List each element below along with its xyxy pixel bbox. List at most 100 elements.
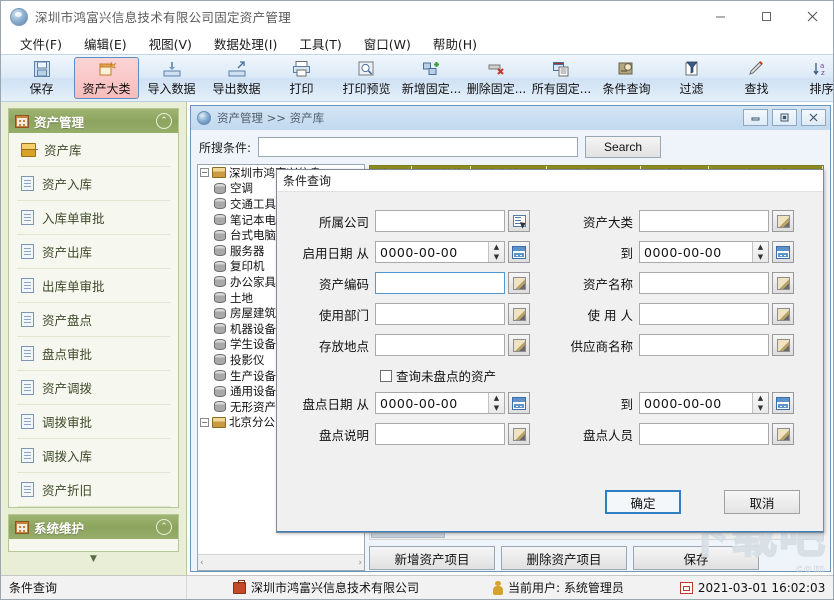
date-spinner[interactable]: 0000-00-00 ▲ ▼ [639,241,769,263]
menu-item-6[interactable]: 帮助(H) [422,32,488,55]
field-picker-button[interactable] [772,303,794,325]
field-picker-button[interactable] [508,272,530,294]
field-input[interactable] [639,423,769,445]
spinner-up-arrow[interactable]: ▲ [753,242,768,252]
maximize-button[interactable] [743,1,789,32]
field-input[interactable] [639,272,769,294]
spinner-down-arrow[interactable]: ▼ [489,403,504,413]
field-input[interactable] [639,303,769,325]
field-picker-button[interactable] [772,423,794,445]
scroll-left-arrow[interactable]: ‹ [200,558,204,568]
toolbar-button-12[interactable]: a z 排序 [789,57,833,99]
sidebar-item-3[interactable]: 资产出库 [17,235,170,269]
toolbar-button-2[interactable]: 导入数据 [139,57,204,99]
spinner-arrows[interactable]: ▲ ▼ [752,393,768,413]
tree-expander-icon[interactable]: − [200,168,209,178]
menu-item-2[interactable]: 视图(V) [138,32,203,55]
field-picker-button[interactable] [508,423,530,445]
tree-horizontal-scrollbar[interactable]: ‹ › [198,554,364,570]
spinner-down-arrow[interactable]: ▼ [753,252,768,262]
field-picker-button[interactable] [508,303,530,325]
mdi-restore-button[interactable] [772,109,797,126]
checkbox[interactable] [380,369,392,382]
menu-item-1[interactable]: 编辑(E) [73,32,138,55]
field-input[interactable] [375,210,505,232]
date-spinner[interactable]: 0000-00-00 ▲ ▼ [639,392,769,414]
spinner-up-arrow[interactable]: ▲ [489,242,504,252]
sidebar-item-5[interactable]: 资产盘点 [17,303,170,337]
field-input[interactable] [375,303,505,325]
sidebar-item-0[interactable]: 资产库 [17,133,170,167]
field-input[interactable] [375,334,505,356]
tree-expander-icon[interactable]: − [200,417,209,427]
date-spinner[interactable]: 0000-00-00 ▲ ▼ [375,241,505,263]
field-picker-button[interactable] [508,392,530,414]
sidebar-item-8[interactable]: 调拨审批 [17,405,170,439]
sidebar-item-9[interactable]: 调拨入库 [17,439,170,473]
toolbar-button-5[interactable]: 打印预览 [334,57,399,99]
toolbar-button-7[interactable]: 删除固定... [464,57,529,99]
date-spinner[interactable]: 0000-00-00 ▲ ▼ [375,392,505,414]
toolbar-button-4[interactable]: 打印 [269,57,334,99]
chevron-up-icon[interactable]: ⌃ [156,113,172,129]
ok-button[interactable]: 确定 [605,490,681,514]
sidebar-item-10[interactable]: 资产折旧 [17,473,170,507]
toolbar-button-8[interactable]: 所有固定... [529,57,594,99]
search-input[interactable] [258,137,579,157]
close-button[interactable] [789,1,833,32]
sidebar-item-2[interactable]: 入库单审批 [17,201,170,235]
menu-item-0[interactable]: 文件(F) [9,32,73,55]
minimize-button[interactable] [697,1,743,32]
field-picker-button[interactable] [772,241,794,263]
field-input[interactable] [639,334,769,356]
menu-item-5[interactable]: 窗口(W) [353,32,422,55]
toolbar-button-10[interactable]: 过滤 [659,57,724,99]
menu-item-4[interactable]: 工具(T) [288,32,352,55]
spinner-arrows[interactable]: ▲ ▼ [752,242,768,262]
sidebar-item-4[interactable]: 出库单审批 [17,269,170,303]
toolbar-button-9[interactable]: 条件查询 [594,57,659,99]
cancel-button[interactable]: 取消 [724,490,800,514]
date-value[interactable]: 0000-00-00 [376,393,488,413]
menu-item-3[interactable]: 数据处理(I) [203,32,288,55]
sidebar-item-6[interactable]: 盘点审批 [17,337,170,371]
field-input[interactable] [639,210,769,232]
uncounted-assets-checkbox-row[interactable]: 查询未盘点的资产 [380,366,496,385]
sidebar-item-1[interactable]: 资产入库 [17,167,170,201]
field-picker-button[interactable] [508,334,530,356]
sidebar-scroll-down-arrow[interactable]: ▼ [8,554,179,564]
sidebar-item-7[interactable]: 资产调拨 [17,371,170,405]
spinner-arrows[interactable]: ▲ ▼ [488,393,504,413]
field-input[interactable] [375,272,505,294]
date-value[interactable]: 0000-00-00 [640,242,752,262]
mdi-close-button[interactable] [801,109,826,126]
field-input[interactable] [375,423,505,445]
field-picker-button[interactable] [508,210,530,232]
date-value[interactable]: 0000-00-00 [640,393,752,413]
spinner-down-arrow[interactable]: ▼ [489,252,504,262]
field-picker-button[interactable] [772,334,794,356]
spinner-arrows[interactable]: ▲ ▼ [488,242,504,262]
grid-button-2[interactable]: 保存 [633,546,759,570]
toolbar-button-1[interactable]: 资产大类 [74,57,139,99]
toolbar-button-11[interactable]: 查找 [724,57,789,99]
mdi-minimize-button[interactable] [743,109,768,126]
spinner-up-arrow[interactable]: ▲ [753,393,768,403]
field-picker-button[interactable] [772,272,794,294]
panel-header-system-maintenance[interactable]: 系统维护 ⌃ [9,515,178,539]
field-picker-button[interactable] [508,241,530,263]
scroll-right-arrow[interactable]: › [358,558,362,568]
spinner-up-arrow[interactable]: ▲ [489,393,504,403]
toolbar-button-0[interactable]: 保存 [9,57,74,99]
toolbar-button-6[interactable]: 新增固定... [399,57,464,99]
grid-button-0[interactable]: 新增资产项目 [369,546,495,570]
field-picker-button[interactable] [772,210,794,232]
toolbar-button-3[interactable]: 导出数据 [204,57,269,99]
grid-button-1[interactable]: 删除资产项目 [501,546,627,570]
chevron-up-icon[interactable]: ⌃ [156,519,172,535]
panel-header-asset-management[interactable]: 资产管理 ⌃ [9,109,178,133]
date-value[interactable]: 0000-00-00 [376,242,488,262]
spinner-down-arrow[interactable]: ▼ [753,403,768,413]
search-button[interactable]: Search [585,136,662,158]
field-picker-button[interactable] [772,392,794,414]
